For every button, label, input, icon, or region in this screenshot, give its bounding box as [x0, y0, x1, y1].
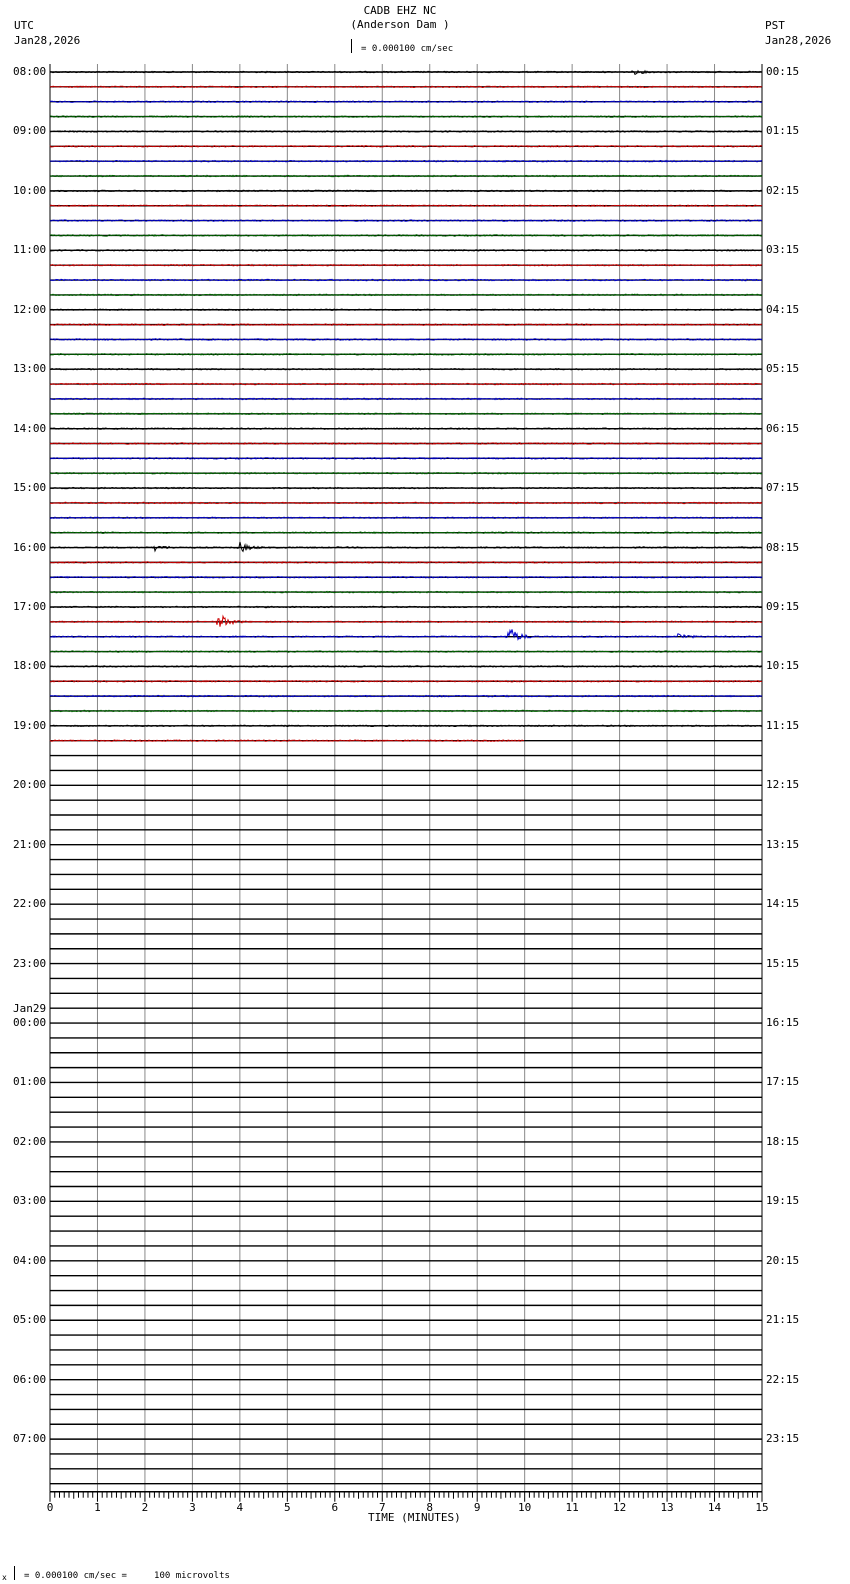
pst-hour-label: 00:15 — [766, 65, 800, 78]
pst-hour-label: 15:15 — [766, 956, 800, 970]
utc-hour-label: 06:00 — [13, 1372, 47, 1386]
x-tick-label: 0 — [46, 1500, 54, 1514]
pst-hour-label: 12:15 — [766, 778, 800, 792]
pst-hour-label: 18:15 — [766, 1134, 800, 1148]
utc-hour-label: 11:00 — [13, 243, 47, 257]
seismogram-plot — [49, 64, 763, 1502]
utc-hour-label: 04:00 — [13, 1253, 47, 1267]
x-tick-label: 14 — [707, 1500, 722, 1514]
x-tick-label: 5 — [284, 1500, 291, 1514]
utc-hour-label: 12:00 — [13, 302, 47, 316]
utc-hour-label: 03:00 — [13, 1194, 47, 1208]
x-tick-label: 10 — [518, 1500, 532, 1514]
utc-hour-label: 10:00 — [13, 183, 47, 197]
pst-hour-label: 01:15 — [766, 124, 800, 138]
pst-hour-label: 05:15 — [766, 362, 800, 376]
utc-hour-label: 05:00 — [13, 1313, 47, 1327]
utc-hour-label: 23:00 — [13, 956, 47, 970]
x-tick-label: 9 — [473, 1500, 481, 1514]
x-tick-label: 13 — [660, 1500, 674, 1514]
utc-hour-label: 16:00 — [13, 540, 47, 554]
pst-hour-label: 14:15 — [766, 897, 800, 911]
x-tick-label: 11 — [565, 1500, 579, 1514]
utc-hour-label: 00:00 — [13, 1016, 47, 1030]
pst-hour-label: 16:15 — [766, 1016, 800, 1030]
utc-hour-label: 17:00 — [13, 599, 47, 613]
pst-hour-label: 09:15 — [766, 599, 800, 613]
seismic-trace — [49, 541, 762, 553]
utc-hour-label: 22:00 — [13, 897, 47, 911]
pst-hour-label: 21:15 — [766, 1313, 800, 1327]
seismic-trace — [49, 628, 763, 641]
footer-scale-prefix: x — [2, 1573, 7, 1582]
pst-hour-label: 06:15 — [766, 421, 800, 435]
pst-hour-label: 03:15 — [766, 243, 800, 257]
utc-hour-label: 08:00 — [13, 65, 47, 78]
pst-hour-label: 19:15 — [766, 1194, 800, 1208]
utc-hour-label: 01:00 — [13, 1075, 47, 1089]
x-tick-label: 4 — [236, 1500, 244, 1514]
utc-hour-label: 15:00 — [13, 481, 47, 495]
x-tick-label: 6 — [331, 1500, 339, 1514]
pst-hour-label: 20:15 — [766, 1253, 800, 1267]
pst-hour-label: 11:15 — [766, 718, 800, 732]
pst-hour-label: 13:15 — [766, 837, 800, 851]
x-tick-label: 3 — [189, 1500, 196, 1514]
x-axis-label: TIME (MINUTES) — [368, 1511, 461, 1524]
utc-hour-label: 07:00 — [13, 1432, 47, 1446]
x-tick-label: 12 — [612, 1500, 627, 1514]
footer-scale-bar-icon — [14, 1566, 15, 1580]
utc-hour-label: 14:00 — [13, 421, 47, 435]
utc-hour-label: 21:00 — [13, 837, 47, 851]
pst-hour-label: 17:15 — [766, 1075, 800, 1089]
pst-hour-label: 10:15 — [766, 659, 800, 673]
utc-hour-label: 20:00 — [13, 778, 47, 792]
pst-hour-label: 08:15 — [766, 540, 800, 554]
pst-hour-label: 23:15 — [766, 1432, 800, 1446]
x-tick-label: 15 — [755, 1500, 769, 1514]
pst-hour-label: 02:15 — [766, 183, 800, 197]
x-tick-label: 2 — [141, 1500, 149, 1514]
utc-hour-label: 13:00 — [13, 362, 47, 376]
pst-hour-label: 22:15 — [766, 1372, 800, 1386]
utc-hour-label: 18:00 — [13, 659, 47, 673]
utc-hour-label: 02:00 — [13, 1134, 47, 1148]
utc-hour-label: 09:00 — [13, 124, 47, 138]
utc-date-label: Jan29 — [13, 1002, 47, 1016]
pst-hour-label: 04:15 — [766, 302, 800, 316]
x-tick-label: 1 — [94, 1500, 101, 1514]
footer-scale-text: = 0.000100 cm/sec = 100 microvolts — [24, 1571, 230, 1581]
pst-hour-label: 07:15 — [766, 481, 800, 495]
utc-hour-label: 19:00 — [13, 718, 47, 732]
